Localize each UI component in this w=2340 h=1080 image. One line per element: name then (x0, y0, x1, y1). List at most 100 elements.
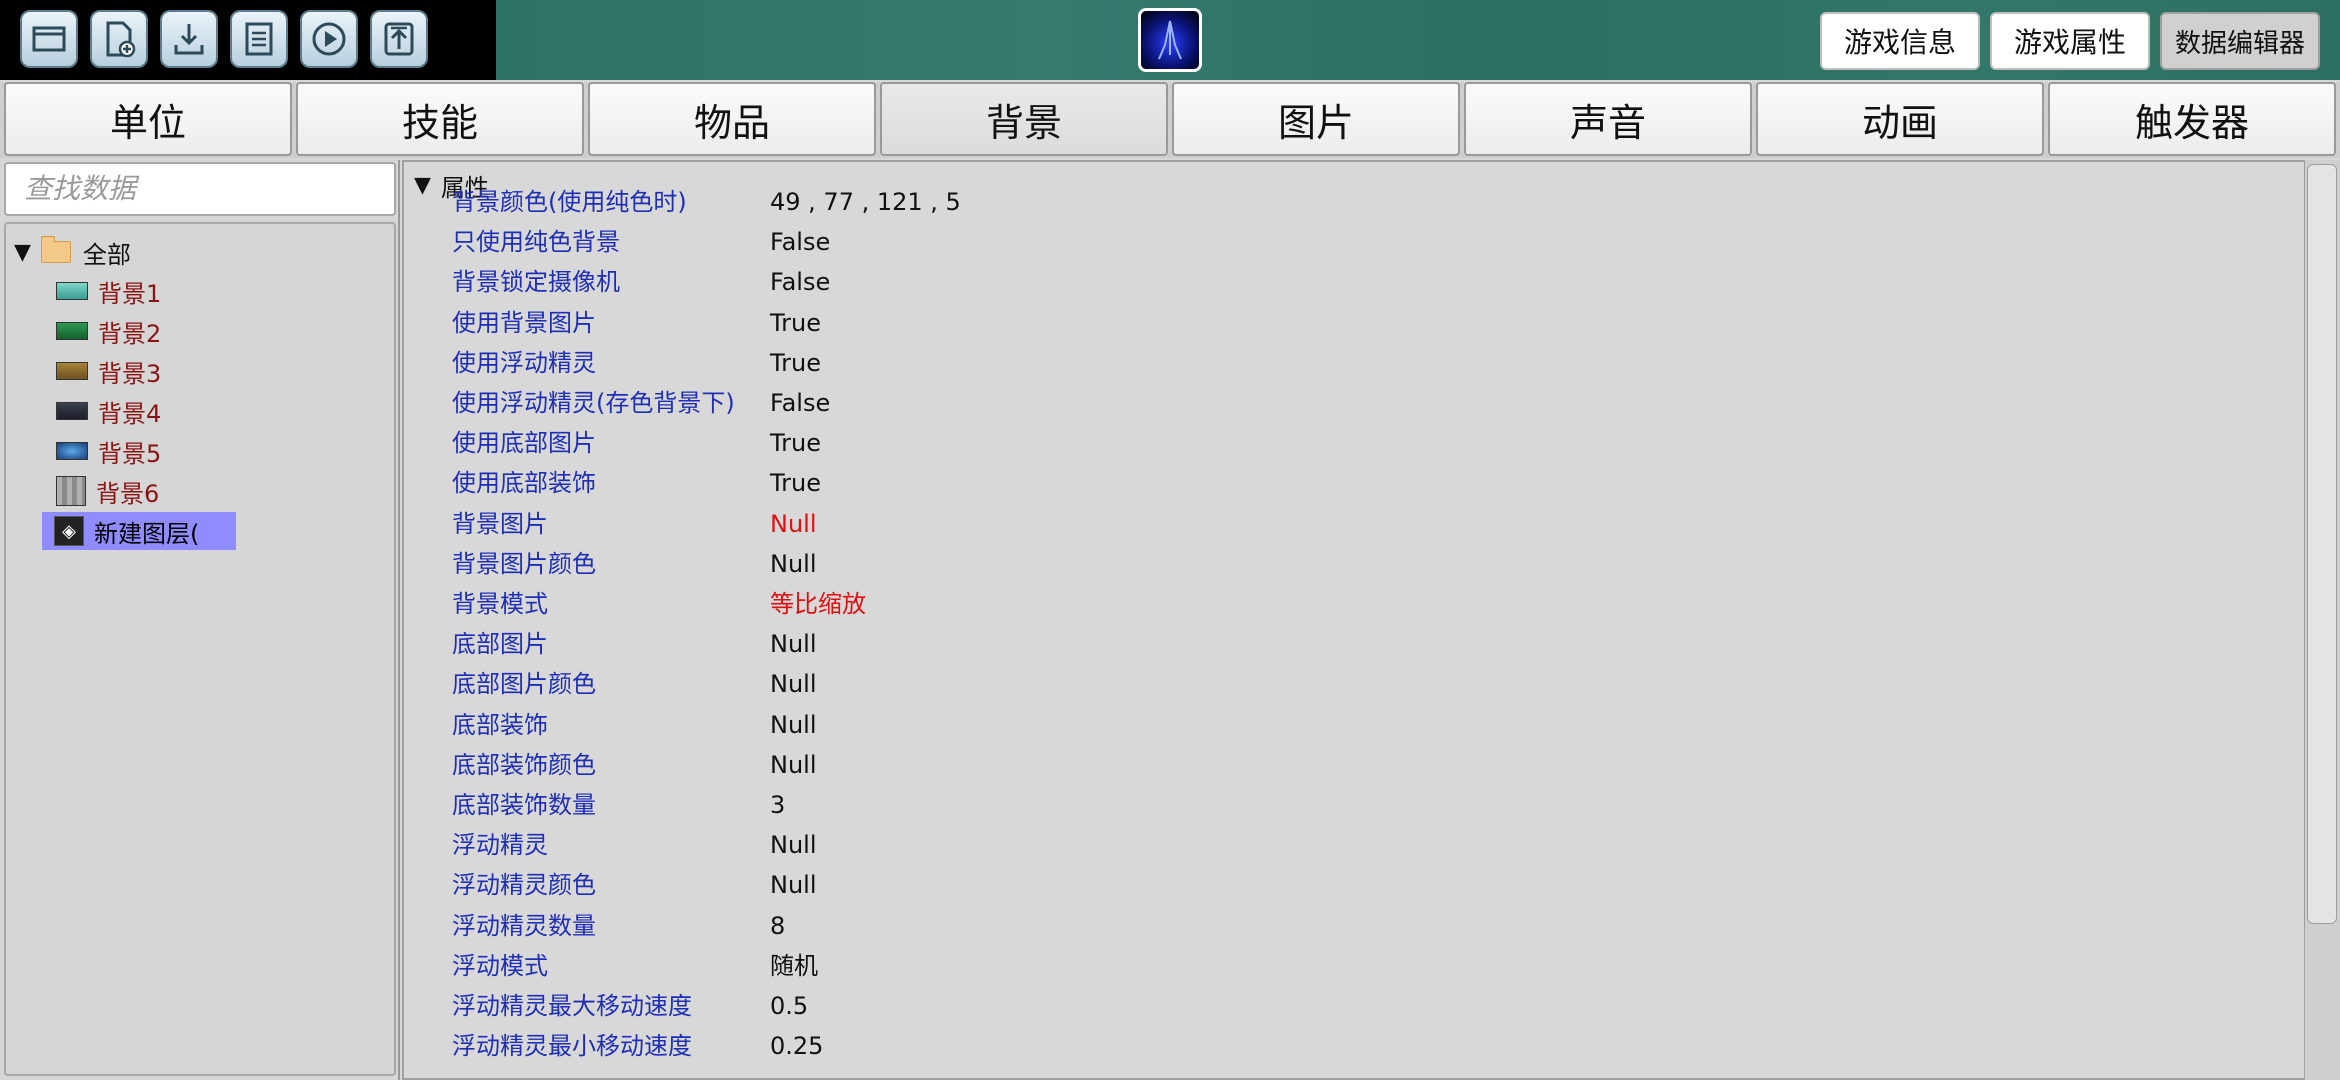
background-thumbnail-icon (56, 362, 88, 380)
property-name: 使用底部图片 (452, 429, 596, 458)
property-row[interactable]: 底部装饰数量 3 (404, 785, 2304, 825)
property-row[interactable]: 使用底部图片 True (404, 423, 2304, 463)
property-row[interactable]: 使用浮动精灵 True (404, 343, 2304, 383)
data-editor-button[interactable]: 数据编辑器 (2160, 12, 2320, 70)
property-value[interactable]: False (770, 222, 830, 262)
property-row[interactable]: 背景模式 等比缩放 (404, 584, 2304, 624)
property-name: 浮动精灵颜色 (452, 871, 596, 900)
new-file-icon (106, 21, 136, 58)
tree-item-new-layer[interactable]: ◈ 新建图层( (42, 512, 236, 550)
tree-item-background5[interactable]: 背景5 (42, 432, 161, 470)
property-name: 只使用纯色背景 (452, 228, 620, 257)
property-name: 背景锁定摄像机 (452, 268, 620, 297)
game-properties-button[interactable]: 游戏属性 (1990, 12, 2150, 70)
property-value[interactable]: 8 (770, 906, 785, 946)
tree-item-background6[interactable]: 背景6 (42, 472, 159, 510)
tree-item-label: 背景4 (98, 399, 162, 428)
tree-item-label: 背景5 (98, 439, 162, 468)
download-icon (174, 24, 204, 55)
property-value[interactable]: Null (770, 745, 817, 785)
property-value[interactable]: 等比缩放 (770, 584, 866, 624)
background-thumbnail-icon (56, 442, 88, 460)
properties-panel: ▼ 属性 背景颜色(使用纯色时) 49 , 77 , 121 , 5 只使用纯色背景… (402, 160, 2306, 1080)
property-value[interactable]: True (770, 423, 821, 463)
properties-scrollbar[interactable] (2304, 160, 2340, 1080)
game-info-button[interactable]: 游戏信息 (1820, 12, 1980, 70)
property-value[interactable]: True (770, 303, 821, 343)
property-value[interactable]: Null (770, 624, 817, 664)
tree-item-background1[interactable]: 背景1 (42, 272, 161, 310)
property-value[interactable]: True (770, 463, 821, 503)
download-button[interactable] (160, 10, 218, 68)
property-name: 底部装饰 (452, 710, 548, 739)
upload-icon (384, 22, 414, 56)
property-value[interactable]: 0.25 (770, 1026, 823, 1066)
property-value[interactable]: Null (770, 664, 817, 704)
tree-item-background4[interactable]: 背景4 (42, 392, 161, 430)
tab-items[interactable]: 物品 (588, 82, 876, 156)
background-thumbnail-icon (56, 402, 88, 420)
property-row[interactable]: 使用底部装饰 True (404, 463, 2304, 503)
upload-button[interactable] (370, 10, 428, 68)
property-row[interactable]: 使用背景图片 True (404, 303, 2304, 343)
save-button[interactable] (230, 10, 288, 68)
tree-item-label: 背景3 (98, 359, 162, 388)
background-thumbnail-icon (56, 476, 86, 506)
tab-animations[interactable]: 动画 (1756, 82, 2044, 156)
tab-triggers[interactable]: 触发器 (2048, 82, 2336, 156)
tree-item-background3[interactable]: 背景3 (42, 352, 161, 390)
property-row[interactable]: 浮动精灵颜色 Null (404, 865, 2304, 905)
property-name: 底部装饰数量 (452, 791, 596, 819)
property-name: 浮动模式 (452, 951, 548, 980)
property-value[interactable]: False (770, 383, 830, 423)
tree-root-all[interactable]: ▼ 全部 (14, 234, 131, 270)
property-row[interactable]: 底部装饰颜色 Null (404, 745, 2304, 785)
tab-backgrounds[interactable]: 背景 (880, 82, 1168, 156)
property-value[interactable]: True (770, 343, 821, 383)
property-row[interactable]: 浮动模式 随机 (404, 946, 2304, 986)
open-folder-button[interactable] (20, 10, 78, 68)
property-row[interactable]: 浮动精灵最小移动速度 0.25 (404, 1026, 2304, 1066)
search-input[interactable]: 查找数据 (4, 162, 396, 216)
scrollbar-thumb[interactable] (2307, 164, 2337, 924)
property-row[interactable]: 底部图片颜色 Null (404, 664, 2304, 704)
property-value[interactable]: Null (770, 705, 817, 745)
collapse-triangle-icon[interactable]: ▼ (14, 240, 31, 265)
background-thumbnail-icon (56, 282, 88, 300)
tab-images[interactable]: 图片 (1172, 82, 1460, 156)
property-row[interactable]: 底部图片 Null (404, 624, 2304, 664)
property-row[interactable]: 浮动精灵数量 8 (404, 906, 2304, 946)
property-value[interactable]: 随机 (770, 946, 818, 986)
property-row[interactable]: 浮动精灵 Null (404, 825, 2304, 865)
property-row[interactable]: 背景图片 Null (404, 504, 2304, 544)
new-file-button[interactable] (90, 10, 148, 68)
property-name: 浮动精灵数量 (452, 911, 596, 940)
property-value[interactable]: 49 , 77 , 121 , 5 (770, 182, 961, 222)
tree-item-label: 背景2 (98, 319, 162, 348)
property-row[interactable]: 背景图片颜色 Null (404, 544, 2304, 584)
property-value[interactable]: 0.5 (770, 986, 808, 1026)
property-row[interactable]: 使用浮动精灵(存色背景下) False (404, 383, 2304, 423)
property-row[interactable]: 浮动精灵最大移动速度 0.5 (404, 986, 2304, 1026)
property-row[interactable]: 底部装饰 Null (404, 705, 2304, 745)
property-value[interactable]: Null (770, 825, 817, 865)
property-value[interactable]: False (770, 262, 830, 302)
property-value[interactable]: Null (770, 544, 817, 584)
tree-item-label: 背景6 (96, 479, 160, 508)
unity-logo-icon: ◈ (54, 516, 84, 546)
tree-item-background2[interactable]: 背景2 (42, 312, 161, 350)
play-button[interactable] (300, 10, 358, 68)
property-row[interactable]: 背景锁定摄像机 False (404, 262, 2304, 302)
tab-skills[interactable]: 技能 (296, 82, 584, 156)
property-row[interactable]: 只使用纯色背景 False (404, 222, 2304, 262)
property-value[interactable]: Null (770, 504, 817, 544)
tab-units[interactable]: 单位 (4, 82, 292, 156)
property-name: 使用浮动精灵(存色背景下) (452, 389, 735, 417)
category-tabs: 单位 技能 物品 背景 图片 声音 动画 触发器 (0, 82, 2340, 158)
property-value[interactable]: Null (770, 865, 817, 905)
tree-item-label: 背景1 (98, 279, 162, 308)
tab-sounds[interactable]: 声音 (1464, 82, 1752, 156)
property-row[interactable]: 背景颜色(使用纯色时) 49 , 77 , 121 , 5 (404, 182, 2304, 222)
property-value[interactable]: 3 (770, 785, 785, 825)
app-logo-icon (1138, 8, 1202, 72)
